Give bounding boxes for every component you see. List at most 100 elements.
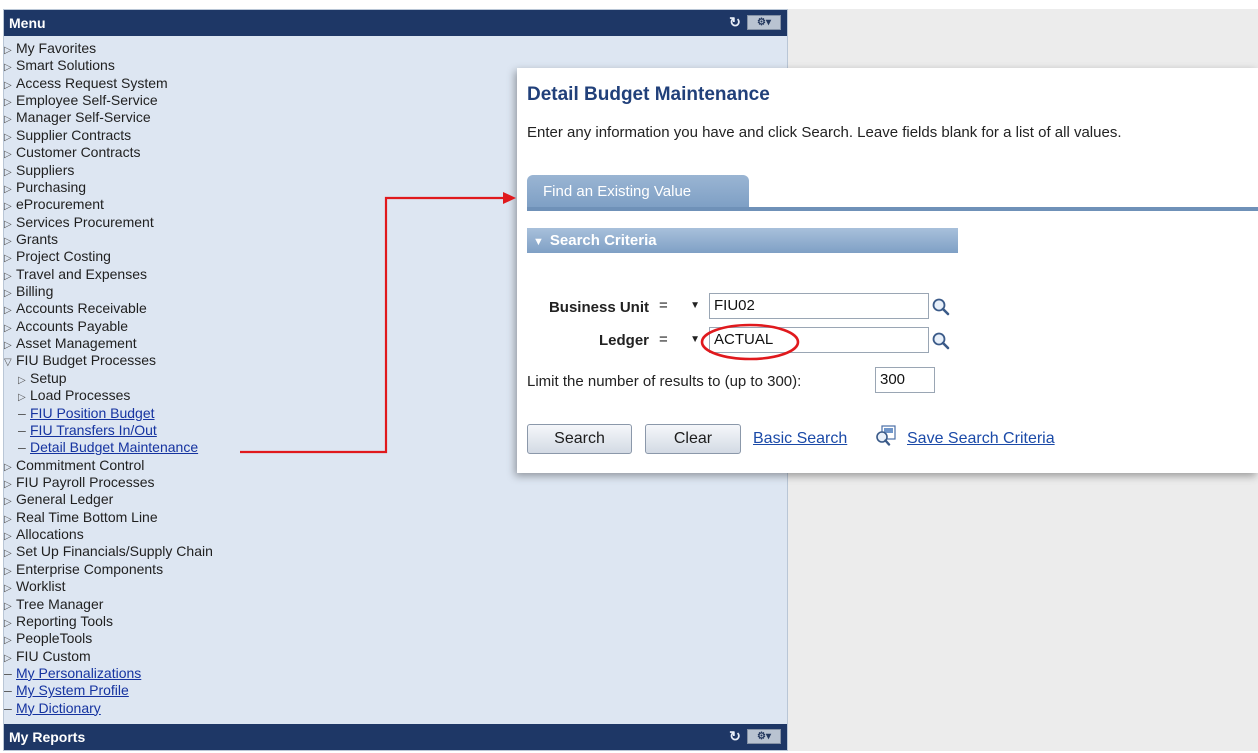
menu-item-purchasing[interactable]: ▷ Purchasing	[4, 179, 86, 195]
menu-item-manager-self-service[interactable]: ▷ Manager Self-Service	[4, 109, 151, 125]
limit-results-input[interactable]: 300	[875, 367, 935, 393]
menu-item-label: Services Procurement	[16, 213, 154, 230]
menu-item-grants[interactable]: ▷ Grants	[4, 231, 58, 247]
search-criteria-header[interactable]: ▼ Search Criteria	[527, 228, 958, 253]
menu-item-label[interactable]: My Dictionary	[16, 700, 101, 716]
menu-item-label: Customer Contracts	[16, 144, 141, 161]
menu-item-accounts-receivable[interactable]: ▷ Accounts Receivable	[4, 300, 147, 316]
menu-item-label[interactable]: Detail Budget Maintenance	[30, 439, 198, 455]
menu-item-label: Allocations	[16, 526, 84, 543]
save-search-criteria-link[interactable]: Save Search Criteria	[907, 430, 1055, 448]
menu-item-label: Enterprise Components	[16, 560, 164, 577]
clear-button[interactable]: Clear	[645, 424, 741, 454]
menu-item-label: Load Processes	[30, 387, 131, 404]
my-reports-header: My Reports ↻ ⚙▾	[4, 724, 787, 750]
menu-item-label: Billing	[16, 283, 54, 300]
menu-item-fiu-position-budget[interactable]: – FIU Position Budget	[18, 405, 155, 421]
dash-marker: –	[18, 404, 26, 421]
menu-item-peopletools[interactable]: ▷ PeopleTools	[4, 630, 92, 646]
menu-item-label: FIU Payroll Processes	[16, 474, 155, 490]
search-criteria-label: Search Criteria	[549, 232, 657, 249]
menu-item-fiu-payroll-processes[interactable]: ▷ FIU Payroll Processes	[4, 474, 154, 490]
menu-item-services-procurement[interactable]: ▷ Services Procurement	[4, 214, 154, 230]
save-search-icon[interactable]	[874, 425, 900, 447]
menu-item-asset-management[interactable]: ▷ Asset Management	[4, 335, 137, 351]
menu-item-label: Set Up Financials/Supply Chain	[16, 543, 213, 560]
menu-item-my-system-profile[interactable]: – My System Profile	[4, 682, 129, 698]
menu-item-label: Smart Solutions	[16, 57, 115, 74]
refresh-icon[interactable]: ↻	[727, 728, 743, 744]
dash-marker: –	[18, 439, 26, 456]
menu-item-label: Travel and Expenses	[16, 265, 147, 282]
menu-item-fiu-budget-processes[interactable]: ▽ FIU Budget Processes	[4, 352, 156, 368]
menu-item-label: Project Costing	[16, 248, 111, 265]
menu-item-label: Employee Self-Service	[16, 92, 158, 109]
menu-item-customer-contracts[interactable]: ▷ Customer Contracts	[4, 144, 140, 160]
tab-underline	[527, 207, 1258, 211]
business-unit-input[interactable]: FIU02	[709, 293, 929, 319]
menu-item-reporting-tools[interactable]: ▷ Reporting Tools	[4, 613, 113, 629]
menu-item-enterprise-components[interactable]: ▷ Enterprise Components	[4, 561, 163, 577]
menu-item-tree-manager[interactable]: ▷ Tree Manager	[4, 596, 103, 612]
dash-marker: –	[18, 421, 26, 438]
menu-item-set-up-financials-supply-chain[interactable]: ▷ Set Up Financials/Supply Chain	[4, 543, 213, 559]
menu-item-label: FIU Custom	[16, 647, 91, 664]
caret-down-icon: ▼	[533, 236, 544, 248]
menu-item-setup[interactable]: ▷ Setup	[18, 370, 67, 386]
menu-item-label: Real Time Bottom Line	[16, 508, 158, 525]
my-reports-title: My Reports	[9, 729, 86, 745]
menu-item-fiu-custom[interactable]: ▷ FIU Custom	[4, 648, 91, 664]
page-title: Detail Budget Maintenance	[527, 84, 770, 105]
menu-item-label: Tree Manager	[16, 595, 104, 612]
magnifier-icon[interactable]	[931, 297, 951, 317]
ledger-operator-select[interactable]: = ▼	[654, 329, 704, 351]
menu-item-eprocurement[interactable]: ▷ eProcurement	[4, 196, 104, 212]
menu-item-general-ledger[interactable]: ▷ General Ledger	[4, 491, 113, 507]
menu-item-label: Accounts Payable	[16, 317, 129, 334]
menu-item-employee-self-service[interactable]: ▷ Employee Self-Service	[4, 92, 158, 108]
magnifier-icon[interactable]	[931, 331, 951, 351]
refresh-icon[interactable]: ↻	[727, 14, 743, 30]
menu-item-label: Setup	[30, 369, 67, 386]
gear-dropdown-icon[interactable]: ⚙▾	[747, 15, 781, 30]
menu-item-smart-solutions[interactable]: ▷ Smart Solutions	[4, 57, 115, 73]
dash-marker: –	[4, 699, 12, 716]
operator-value: =	[659, 297, 668, 314]
menu-item-billing[interactable]: ▷ Billing	[4, 283, 53, 299]
menu-item-label: FIU Budget Processes	[16, 352, 157, 369]
menu-item-project-costing[interactable]: ▷ Project Costing	[4, 248, 111, 264]
menu-item-allocations[interactable]: ▷ Allocations	[4, 526, 84, 542]
menu-item-commitment-control[interactable]: ▷ Commitment Control	[4, 457, 144, 473]
menu-item-my-dictionary[interactable]: – My Dictionary	[4, 700, 101, 716]
menu-item-my-personalizations[interactable]: – My Personalizations	[4, 665, 141, 681]
menu-item-label: Reporting Tools	[16, 612, 114, 629]
menu-item-label[interactable]: FIU Transfers In/Out	[30, 422, 157, 438]
menu-item-label[interactable]: My Personalizations	[16, 665, 141, 681]
dash-marker: –	[4, 664, 12, 681]
gear-dropdown-icon[interactable]: ⚙▾	[747, 729, 781, 744]
search-button[interactable]: Search	[527, 424, 632, 454]
menu-item-access-request-system[interactable]: ▷ Access Request System	[4, 75, 168, 91]
menu-item-suppliers[interactable]: ▷ Suppliers	[4, 162, 74, 178]
basic-search-link[interactable]: Basic Search	[753, 430, 847, 448]
menu-item-my-favorites[interactable]: ▷ My Favorites	[4, 40, 96, 56]
menu-item-label: Supplier Contracts	[16, 126, 132, 143]
menu-item-detail-budget-maintenance[interactable]: – Detail Budget Maintenance	[18, 439, 198, 455]
dropdown-arrow-icon: ▼	[690, 334, 700, 345]
business-unit-operator-select[interactable]: = ▼	[654, 295, 704, 317]
menu-item-load-processes[interactable]: ▷ Load Processes	[18, 387, 130, 403]
menu-item-label[interactable]: FIU Position Budget	[30, 405, 155, 421]
menu-item-fiu-transfers-in-out[interactable]: – FIU Transfers In/Out	[18, 422, 157, 438]
menu-item-label[interactable]: My System Profile	[16, 682, 129, 698]
menu-item-worklist[interactable]: ▷ Worklist	[4, 578, 66, 594]
menu-item-label: Access Request System	[16, 74, 168, 91]
menu-item-accounts-payable[interactable]: ▷ Accounts Payable	[4, 318, 128, 334]
menu-item-real-time-bottom-line[interactable]: ▷ Real Time Bottom Line	[4, 509, 158, 525]
menu-item-label: Grants	[16, 230, 59, 247]
menu-item-label: Purchasing	[16, 178, 87, 195]
dash-marker: –	[4, 682, 12, 699]
menu-item-supplier-contracts[interactable]: ▷ Supplier Contracts	[4, 127, 131, 143]
tab-find-existing-value[interactable]: Find an Existing Value	[527, 175, 749, 211]
ledger-input[interactable]: ACTUAL	[709, 327, 929, 353]
menu-item-travel-and-expenses[interactable]: ▷ Travel and Expenses	[4, 266, 147, 282]
